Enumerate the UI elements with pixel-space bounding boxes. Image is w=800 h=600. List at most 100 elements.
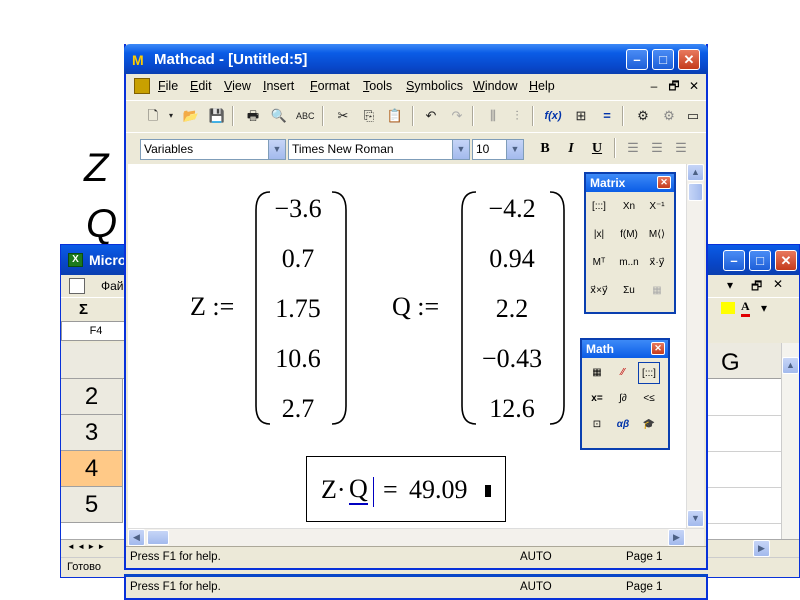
document-icon[interactable] [134,78,150,94]
close-button[interactable]: ✕ [678,49,700,70]
vector-sum-icon[interactable]: Σu [618,280,640,302]
new-document-icon[interactable]: 🗋 [144,107,162,125]
excel-minimize-button[interactable]: – [723,250,745,271]
highlight-icon[interactable] [721,302,735,314]
calculate-icon[interactable]: = [598,107,616,125]
column-header-g[interactable]: G [721,349,740,377]
excel-vertical-scrollbar[interactable]: ▲ [781,343,799,539]
excel-menu-file[interactable]: Фай [101,279,124,293]
save-icon[interactable]: 💾 [208,107,226,125]
menu-symbolics[interactable]: Symbolics [406,79,463,93]
expr-q[interactable]: Q [349,475,368,505]
mathcad-window[interactable]: M Mathcad - [Untitled:5] – □ ✕ File Edit… [124,44,708,570]
spell-check-icon[interactable]: ABC [296,107,315,125]
calculator-icon[interactable]: ▦ [586,362,608,384]
evaluation-icon[interactable]: x= [586,388,608,410]
math-palette-close-icon[interactable]: ✕ [651,342,665,355]
scroll-up-icon[interactable]: ▲ [687,164,704,181]
menu-edit[interactable]: Edit [190,79,212,93]
insert-unit-icon[interactable]: ⊞ [572,107,590,125]
cross-product-icon[interactable]: x⃗×y⃗ [588,280,610,302]
maximize-button[interactable]: □ [652,49,674,70]
row-header[interactable]: 2 [61,379,123,415]
mathcad-titlebar[interactable]: M Mathcad - [Untitled:5] – □ ✕ [124,44,708,74]
print-icon[interactable]: 🖶 [244,107,262,125]
matrix-palette-close-icon[interactable]: ✕ [657,176,671,189]
insert-function-icon[interactable]: f(x) [544,107,562,125]
row-header-selected[interactable]: 4 [61,451,123,487]
menu-help[interactable]: Help [529,79,555,93]
scroll-thumb[interactable] [688,183,703,201]
dot-product-icon[interactable]: x⃗·y⃗ [646,252,668,274]
paste-icon[interactable]: 📋 [386,107,404,125]
matrix-palette[interactable]: Matrix ✕ [:::] Xn X⁻¹ |x| f(M) M⟨⟩ Mᵀ m.… [584,172,676,314]
calculus-icon[interactable]: ∫∂ [612,388,634,410]
result-region[interactable]: Z· Q = 49.09 [306,456,506,522]
horizontal-scrollbar[interactable]: ◀ ▶ [128,528,704,546]
insert-matrix-icon[interactable]: [:::] [588,196,610,218]
excel-scroll-right-icon[interactable]: ▶ [753,540,770,557]
menu-file[interactable]: File [158,79,178,93]
align-right-icon[interactable]: ☰ [672,139,690,157]
chevron-down-icon[interactable]: ▼ [452,140,469,159]
align-left-icon[interactable]: ☰ [624,139,642,157]
subscript-icon[interactable]: Xn [618,196,640,218]
mdi-close-icon[interactable]: ✕ [686,79,702,94]
excel-restore-icon[interactable]: 🗗 [751,277,762,298]
inverse-icon[interactable]: X⁻¹ [646,196,668,218]
scroll-left-icon[interactable]: ◀ [128,529,145,546]
picture-icon[interactable]: ▦ [646,280,668,302]
excel-scroll-up-icon[interactable]: ▲ [782,357,799,374]
bold-button[interactable]: B [536,140,554,158]
size-combo[interactable]: 10 ▼ [472,139,524,160]
sheet-nav-buttons[interactable]: ◄ ◄ ► ► [67,542,105,551]
menu-view[interactable]: View [224,79,251,93]
excel-mdi-close-icon[interactable]: ✕ [773,277,783,291]
font-combo[interactable]: Times New Roman ▼ [288,139,470,160]
scroll-right-icon[interactable]: ▶ [668,529,685,546]
mdi-minimize-icon[interactable]: – [646,79,662,94]
menu-tools[interactable]: Tools [363,79,392,93]
style-combo[interactable]: Variables ▼ [140,139,286,160]
chevron-down-icon[interactable]: ▼ [506,140,523,159]
scroll-down-icon[interactable]: ▼ [687,510,704,527]
mdi-restore-icon[interactable]: 🗗 [666,79,682,94]
name-box[interactable]: F4 [61,321,131,341]
math-palette-titlebar[interactable]: Math ✕ [582,340,668,358]
resources-icon[interactable]: ⚙ [634,107,652,125]
vertical-scrollbar[interactable]: ▲ ▼ [686,164,704,528]
row-header[interactable]: 3 [61,415,123,451]
excel-dropdown-icon[interactable]: ▾ [727,278,733,292]
z-definition-label[interactable]: Z := [190,292,234,322]
align-center-icon[interactable]: ☰ [648,139,666,157]
math-palette[interactable]: Math ✕ ▦ ⁄⁄ [:::] x= ∫∂ <≤ ⊡ αβ 🎓 [580,338,670,450]
greek-icon[interactable]: αβ [612,414,634,436]
component-icon[interactable]: ⚙ [660,107,678,125]
italic-button[interactable]: I [562,140,580,158]
redo-icon[interactable]: ↷ [448,107,466,125]
graph-icon[interactable]: ⁄⁄ [612,362,634,384]
font-color-dropdown-icon[interactable]: ▾ [761,301,767,315]
programming-icon[interactable]: ⊡ [586,414,608,436]
autosum-button[interactable]: Σ [79,301,88,318]
menu-window[interactable]: Window [473,79,517,93]
excel-maximize-button[interactable]: □ [749,250,771,271]
menu-format[interactable]: Format [310,79,350,93]
vectorize-icon[interactable]: f(M) [618,224,640,246]
determinant-icon[interactable]: |x| [588,224,610,246]
underline-button[interactable]: U [588,140,606,158]
transpose-icon[interactable]: Mᵀ [588,252,610,274]
minimize-button[interactable]: – [626,49,648,70]
align-down-icon[interactable]: ⫶ [508,107,526,125]
matrix-toolbar-icon[interactable]: [:::] [638,362,660,384]
print-preview-icon[interactable]: 🔍 [270,107,288,125]
column-icon[interactable]: M⟨⟩ [646,224,668,246]
matrix-palette-titlebar[interactable]: Matrix ✕ [586,174,674,192]
boolean-icon[interactable]: <≤ [638,388,660,410]
toolbar-overflow-icon[interactable]: ▭ [684,107,702,125]
chevron-down-icon[interactable]: ▼ [268,140,285,159]
range-variable-icon[interactable]: m..n [618,252,640,274]
font-color-icon[interactable]: A [741,299,750,317]
cut-icon[interactable]: ✂ [334,107,352,125]
menu-insert[interactable]: Insert [263,79,294,93]
